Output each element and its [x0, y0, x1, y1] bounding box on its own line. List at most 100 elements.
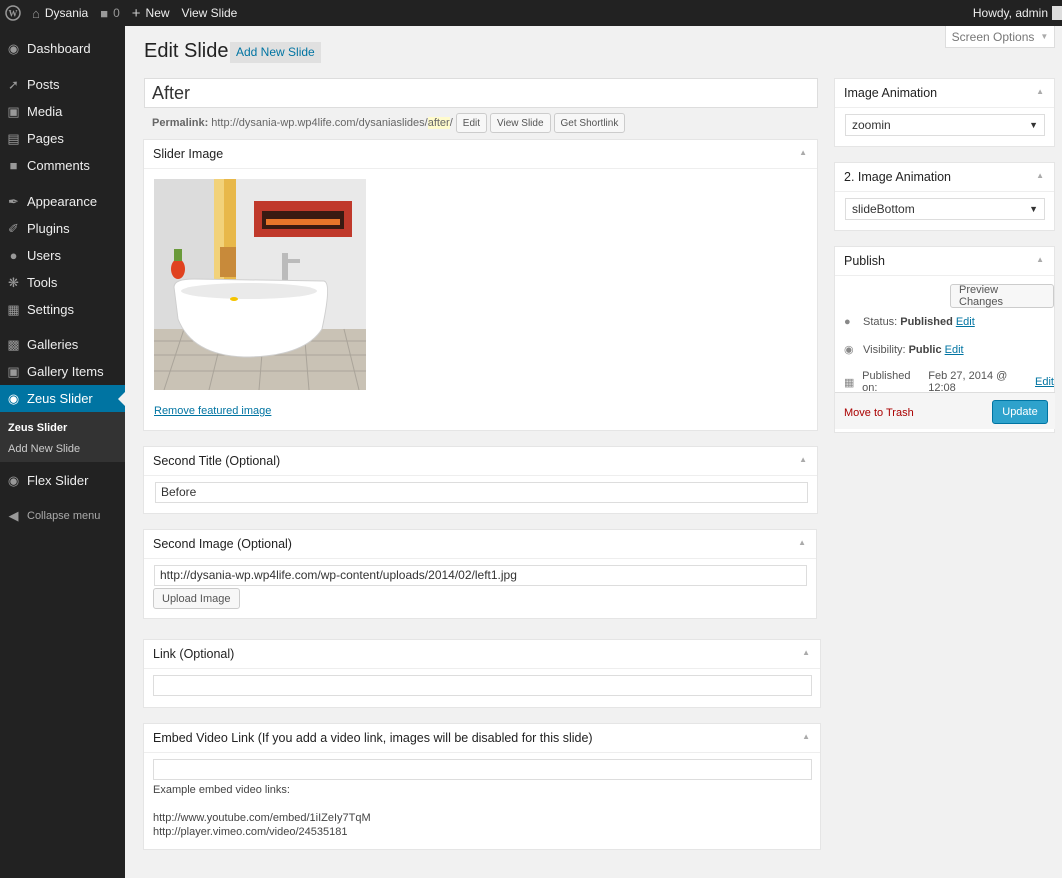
permalink-row: Permalink: http://dysania-wp.wp4life.com… — [152, 113, 626, 133]
new-content-menu[interactable]: + New — [126, 0, 176, 26]
menu-item-plugins[interactable]: ✐ Plugins — [0, 215, 125, 242]
collapse-arrow-icon[interactable]: ▲ — [1036, 255, 1044, 264]
remove-featured-image-link[interactable]: Remove featured image — [154, 405, 271, 417]
second-image-header[interactable]: Second Image (Optional) — [144, 530, 816, 559]
menu-item-gallery-items[interactable]: ▣ Gallery Items — [0, 358, 125, 385]
submenu-item-zeus-slider[interactable]: Zeus Slider — [8, 422, 67, 434]
permalink-end: / — [449, 117, 453, 129]
pages-icon: ▤ — [7, 130, 20, 146]
wordpress-logo-icon[interactable]: W — [0, 0, 26, 26]
second-title-box: Second Title (Optional) ▲ Before — [143, 446, 818, 514]
dropdown-caret-icon: ▼ — [1029, 120, 1038, 130]
view-slide-link[interactable]: View Slide — [176, 0, 244, 26]
edit-visibility-link[interactable]: Edit — [945, 344, 964, 356]
menu-item-settings[interactable]: ▦ Settings — [0, 296, 125, 323]
publish-header[interactable]: Publish — [835, 247, 1054, 276]
my-account-menu[interactable]: Howdy, admin — [967, 0, 1062, 26]
image-animation-header[interactable]: Image Animation — [835, 79, 1054, 108]
box-title: Second Image (Optional) — [153, 537, 292, 551]
admin-menu: ◉ Dashboard ➚ Posts ▣ Media ▤ Pages ■ Comment… — [0, 26, 125, 878]
comment-bubble-icon: ■ — [100, 5, 109, 21]
box-title: Link (Optional) — [153, 647, 235, 661]
embed-example-youtube: http://www.youtube.com/embed/1iIZeIy7TqM — [153, 812, 371, 824]
collapse-arrow-icon[interactable]: ▲ — [1036, 87, 1044, 96]
publish-box: Publish ▲ Preview Changes ● Status: Publi… — [834, 246, 1055, 433]
collapse-arrow-icon[interactable]: ▲ — [802, 648, 810, 657]
update-button[interactable]: Update — [992, 400, 1048, 424]
move-to-trash-link[interactable]: Move to Trash — [844, 407, 914, 419]
zeus-slider-submenu: Zeus Slider Add New Slide — [0, 412, 125, 462]
image-animation-2-header[interactable]: 2. Image Animation — [835, 163, 1054, 192]
add-new-slide-button[interactable]: Add New Slide — [230, 42, 321, 63]
embed-video-header[interactable]: Embed Video Link (If you add a video lin… — [144, 724, 820, 753]
selected-value: zoomin — [852, 118, 891, 132]
image-animation-2-select[interactable]: slideBottom ▼ — [845, 198, 1045, 220]
title-input[interactable]: After — [144, 78, 818, 108]
permalink-slug[interactable]: after — [427, 117, 450, 129]
visibility-label: Visibility: — [863, 343, 906, 356]
menu-item-pages[interactable]: ▤ Pages — [0, 125, 125, 152]
menu-item-zeus-slider[interactable]: ◉ Zeus Slider — [0, 385, 125, 412]
user-icon: ● — [9, 248, 18, 263]
view-slide-button[interactable]: View Slide — [490, 113, 551, 133]
edit-date-link[interactable]: Edit — [1035, 376, 1054, 388]
menu-item-media[interactable]: ▣ Media — [0, 98, 125, 125]
slider-image-header[interactable]: Slider Image — [144, 140, 817, 169]
upload-image-button[interactable]: Upload Image — [153, 588, 240, 609]
chevron-down-icon: ▼ — [1040, 32, 1049, 41]
link-input[interactable] — [153, 675, 812, 696]
menu-label: Dashboard — [27, 41, 91, 56]
eye-icon: ◉ — [844, 344, 854, 356]
admin-bar: W ⌂ Dysania ■ 0 + New View Slide Howdy, … — [0, 0, 1062, 26]
collapse-arrow-icon[interactable]: ▲ — [798, 538, 806, 547]
status-row: ● Status: Published Edit — [844, 316, 975, 328]
menu-item-galleries[interactable]: ▩ Galleries — [0, 331, 125, 358]
pin-icon: ● — [844, 316, 851, 328]
collapse-arrow-icon[interactable]: ▲ — [799, 148, 807, 157]
selected-value: slideBottom — [852, 202, 915, 216]
home-icon: ⌂ — [32, 5, 40, 21]
menu-item-comments[interactable]: ■ Comments — [0, 152, 125, 179]
published-label: Published on: — [862, 370, 911, 394]
second-image-url-input[interactable]: http://dysania-wp.wp4life.com/wp-content… — [154, 565, 807, 586]
menu-label: Tools — [27, 275, 58, 290]
view-slide-label: View Slide — [181, 6, 238, 20]
comments-link[interactable]: ■ 0 — [94, 0, 126, 26]
calendar-icon: ▦ — [844, 376, 855, 389]
plugin-icon: ✐ — [8, 220, 19, 236]
menu-label: Media — [27, 104, 63, 119]
collapse-arrow-icon[interactable]: ▲ — [1036, 171, 1044, 180]
dashboard-icon: ◉ — [7, 40, 20, 56]
edit-permalink-button[interactable]: Edit — [455, 113, 488, 133]
new-label: New — [145, 6, 170, 20]
collapse-menu-button[interactable]: ◀ Collapse menu — [0, 502, 125, 529]
menu-item-users[interactable]: ● Users — [0, 242, 125, 269]
menu-item-tools[interactable]: ❋ Tools — [0, 269, 125, 296]
collapse-arrow-icon[interactable]: ▲ — [799, 455, 807, 464]
second-image-box: Second Image (Optional) ▲ http://dysania… — [143, 529, 817, 619]
menu-item-flex-slider[interactable]: ◉ Flex Slider — [0, 467, 125, 494]
get-shortlink-button[interactable]: Get Shortlink — [553, 113, 626, 133]
slider-image-box: Slider Image ▲ Remove featured image — [143, 139, 818, 431]
embed-example-vimeo: http://player.vimeo.com/video/24535181 — [153, 826, 348, 838]
second-title-header[interactable]: Second Title (Optional) — [144, 447, 817, 476]
preview-changes-button[interactable]: Preview Changes — [950, 284, 1054, 308]
menu-item-appearance[interactable]: ✒ Appearance — [0, 188, 125, 215]
link-header[interactable]: Link (Optional) — [144, 640, 820, 669]
site-name-link[interactable]: ⌂ Dysania — [26, 0, 94, 26]
screen-options-toggle[interactable]: Screen Options ▼ — [945, 26, 1055, 48]
menu-item-dashboard[interactable]: ◉ Dashboard — [0, 35, 125, 62]
image-animation-select[interactable]: zoomin ▼ — [845, 114, 1045, 136]
edit-status-link[interactable]: Edit — [956, 316, 975, 328]
status-label: Status: — [863, 316, 898, 328]
menu-item-posts[interactable]: ➚ Posts — [0, 71, 125, 98]
second-title-input[interactable]: Before — [155, 482, 808, 503]
featured-image[interactable] — [154, 179, 366, 391]
menu-label: Zeus Slider — [27, 391, 93, 406]
collapse-arrow-icon[interactable]: ▲ — [802, 732, 810, 741]
embed-video-input[interactable] — [153, 759, 812, 780]
submenu-item-add-new-slide[interactable]: Add New Slide — [8, 443, 80, 455]
site-name-label: Dysania — [44, 6, 89, 20]
settings-icon: ▦ — [7, 301, 20, 317]
status-value: Published — [900, 316, 953, 328]
